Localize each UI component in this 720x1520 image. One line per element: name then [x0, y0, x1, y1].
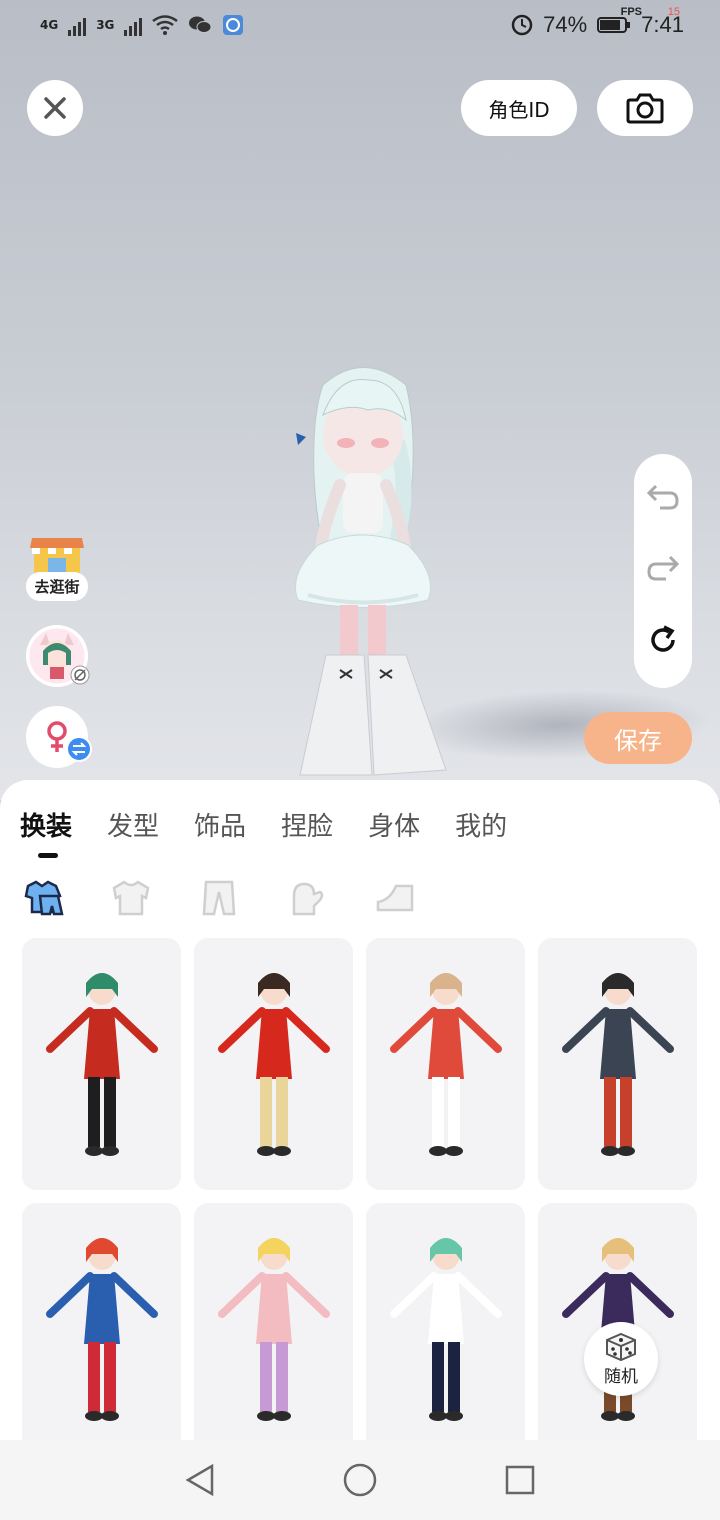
close-button[interactable]: [27, 80, 83, 136]
tab-outfit[interactable]: 换装: [20, 806, 72, 843]
recents-icon: [505, 1465, 535, 1495]
outfit-card-2[interactable]: [194, 938, 353, 1190]
random-button[interactable]: 随机: [584, 1322, 658, 1396]
pants-icon: [202, 880, 236, 916]
signal-icon: [68, 14, 87, 36]
camera-button[interactable]: [597, 80, 693, 136]
status-bar: 4G 3G FPS 15 74% 7:41: [0, 0, 720, 56]
outfit-card-5[interactable]: [22, 1203, 181, 1440]
outfit-card-1[interactable]: [22, 938, 181, 1190]
history-panel: [634, 454, 692, 688]
undo-button[interactable]: [646, 482, 680, 516]
top-icon: [112, 880, 150, 916]
shop-button[interactable]: 去逛街: [26, 538, 88, 601]
network-label-1: 4G: [40, 18, 59, 32]
save-label: 保存: [614, 726, 662, 755]
clock: 7:41: [641, 12, 684, 37]
wechat-icon: [189, 16, 212, 33]
category-tabs: 换装 发型 饰品 捏脸 身体 我的: [20, 806, 542, 843]
subcat-top[interactable]: [110, 876, 198, 920]
gloves-icon: [292, 882, 324, 916]
back-icon: [185, 1463, 214, 1497]
subcat-gloves[interactable]: [286, 876, 374, 920]
shoes-icon: [376, 884, 414, 912]
subcat-pants[interactable]: [198, 876, 286, 920]
outfit-icon: [24, 880, 64, 916]
avatar-character[interactable]: [268, 355, 458, 780]
hide-badge-icon: [70, 665, 90, 685]
outfit-card-7[interactable]: [366, 1203, 525, 1440]
network-label-2: 3G: [96, 18, 115, 32]
role-id-button[interactable]: 角色ID: [461, 80, 577, 136]
nav-back-button[interactable]: [180, 1460, 220, 1500]
close-icon: [44, 97, 66, 119]
app-notification-icon: [223, 15, 244, 35]
reset-icon: [651, 625, 675, 652]
swap-badge-icon: [66, 736, 92, 762]
avatar-profile-button[interactable]: [26, 625, 90, 687]
undo-icon: [646, 485, 679, 510]
system-navigation-bar: [0, 1440, 720, 1520]
nav-recents-button[interactable]: [500, 1460, 540, 1500]
outfit-card-4[interactable]: [538, 938, 697, 1190]
subcat-shoes[interactable]: [374, 876, 462, 920]
outfit-figure: [389, 973, 502, 1156]
role-id-label: 角色ID: [488, 97, 550, 122]
random-label: 随机: [604, 1366, 638, 1387]
outfit-figure: [45, 1238, 158, 1421]
tab-face[interactable]: 捏脸: [281, 806, 333, 843]
outfit-card-3[interactable]: [366, 938, 525, 1190]
battery-percent: 74%: [543, 12, 588, 37]
dice-icon: [606, 1332, 636, 1361]
outfit-figure: [217, 973, 330, 1156]
tab-hairstyle[interactable]: 发型: [107, 806, 159, 843]
wifi-icon: [152, 15, 179, 35]
active-tab-indicator: [38, 853, 58, 858]
outfit-figure: [217, 1238, 330, 1421]
outfit-card-6[interactable]: [194, 1203, 353, 1440]
subcat-outfit[interactable]: [22, 876, 110, 920]
tab-accessories[interactable]: 饰品: [194, 806, 246, 843]
redo-icon: [647, 555, 680, 581]
data-saver-icon: [511, 14, 533, 36]
tab-body[interactable]: 身体: [368, 806, 420, 843]
save-button[interactable]: 保存: [584, 712, 692, 764]
outfit-figure: [561, 973, 674, 1156]
home-icon: [343, 1463, 377, 1497]
nav-home-button[interactable]: [340, 1460, 380, 1500]
tab-mine[interactable]: 我的: [455, 806, 507, 843]
redo-button[interactable]: [646, 553, 680, 587]
camera-icon: [626, 93, 664, 124]
signal-icon-2: [124, 14, 143, 36]
outfit-figure: [389, 1238, 502, 1421]
gender-switch-button[interactable]: [26, 706, 92, 768]
shop-label: 去逛街: [26, 572, 88, 601]
subcategory-bar: [22, 876, 462, 920]
outfit-figure: [45, 973, 158, 1156]
battery-icon: [597, 17, 631, 33]
reset-button[interactable]: [647, 624, 679, 660]
